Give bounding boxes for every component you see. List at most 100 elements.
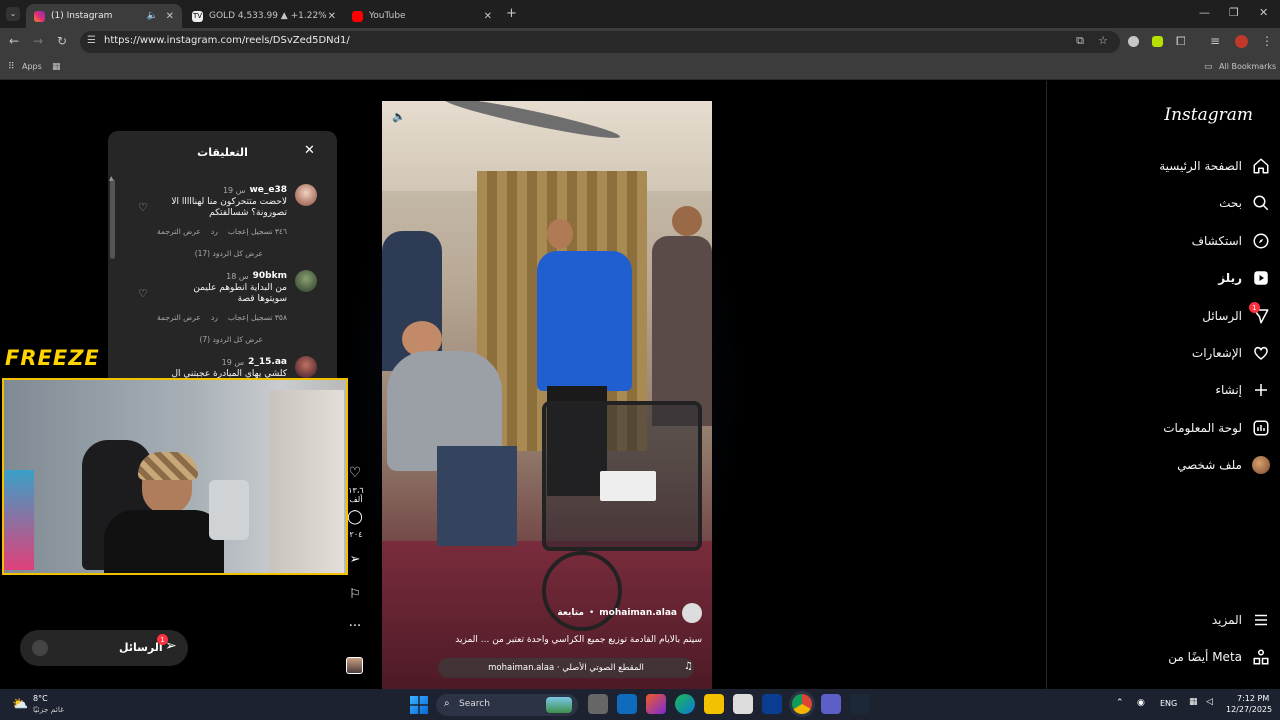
follow-button[interactable]: متابعة [557,608,584,618]
install-app-icon[interactable]: ⧉ [1076,34,1084,48]
like-heart-icon[interactable]: ♡ [346,465,364,481]
profile-avatar-icon[interactable] [1235,35,1248,48]
sidebar-item-more[interactable]: المزيد [1212,608,1270,632]
extension-icon[interactable] [1152,36,1163,47]
comments-scrollbar[interactable] [110,179,115,259]
bookmark-star-icon[interactable]: ☆ [1098,34,1108,47]
volume-icon[interactable]: ◁ [1206,697,1213,707]
tab-instagram[interactable]: (1) Instagram 🔈 ✕ [26,4,182,28]
restore-icon[interactable]: ❐ [1229,6,1239,19]
weather-desc[interactable]: غائم جزئيًا [33,705,64,714]
weather-temp[interactable]: 8°C [33,694,48,703]
comment-avatar[interactable] [295,270,317,292]
reel-video[interactable]: 🔈 متابعة • mohaiman.alaa سيتم بالأيام ال… [382,101,712,689]
microsoft-store-icon[interactable] [733,694,753,714]
discord-tray-icon[interactable]: ◉ [1137,698,1145,708]
file-explorer-icon[interactable] [704,694,724,714]
sidebar-item-dashboard[interactable]: لوحة المعلومات [1163,416,1270,440]
outlook-icon[interactable] [617,694,637,714]
tray-overflow-icon[interactable]: ⌃ [1116,698,1124,708]
comment-username[interactable]: 2_15.aa [248,357,287,367]
comment-like-heart-icon[interactable]: ♡ [138,287,148,300]
new-tab-icon[interactable]: + [506,6,517,21]
more-options-icon[interactable]: ··· [346,619,364,634]
comment-username[interactable]: 90bkm [253,271,287,281]
edge-icon[interactable] [675,694,695,714]
reply-button[interactable]: رد [211,313,218,322]
copilot-icon[interactable] [646,694,666,714]
defender-icon[interactable] [762,694,782,714]
reel-caption[interactable]: سيتم بالأيام القادمة توزيع جميع الكراسي … [392,635,702,645]
author-avatar[interactable] [682,603,702,623]
sidebar-item-home[interactable]: الصفحة الرئيسية [1159,154,1270,178]
sidebar-item-messages[interactable]: الرسائل 1 [1202,302,1270,328]
sidebar-item-meta[interactable]: أيضًا من Meta [1168,645,1270,669]
sidebar-item-explore[interactable]: استكشاف [1192,229,1270,253]
freeze-overlay-logo: FREEZE [5,346,100,370]
view-replies-button[interactable]: عرض كل الردود (7) [199,335,263,344]
mute-tab-icon[interactable]: 🔈 [147,11,158,21]
weather-icon[interactable]: ⛅ [12,697,28,712]
browser-tab-bar: ⌄ (1) Instagram 🔈 ✕ TV GOLD 4,533.99 ▲ +… [0,0,1280,28]
tab-search-button[interactable]: ⌄ [6,7,20,21]
sidebar-item-search[interactable]: بحث [1219,191,1270,215]
volume-icon[interactable]: 🔈 [392,110,406,123]
extension-icon[interactable] [1128,36,1139,47]
reload-icon[interactable]: ↻ [57,34,67,48]
media-controls-icon[interactable]: ≡ [1210,34,1220,48]
box-on-chair [600,471,656,501]
sidebar-item-create[interactable]: إنشاء [1215,378,1270,402]
see-translation-button[interactable]: عرض الترجمة [157,227,201,236]
clock-date[interactable]: 12/27/2025 [1226,705,1272,714]
comment-likes[interactable]: ٣٥٨ تسجيل إعجاب [228,313,287,322]
back-icon[interactable]: ← [9,34,19,48]
address-bar[interactable]: ☰ https://www.instagram.com/reels/DSvZed… [80,31,1120,53]
close-comments-icon[interactable]: ✕ [304,143,315,158]
close-window-icon[interactable]: ✕ [1259,6,1268,19]
extensions-puzzle-icon[interactable]: ⧠ [1176,34,1186,49]
messages-floating-button[interactable]: الرسائل ➢ 1 [20,630,188,666]
scroll-up-arrow-icon[interactable]: ▲ [109,175,114,182]
close-tab-icon[interactable]: ✕ [328,11,336,22]
view-replies-button[interactable]: عرض كل الردود (17) [195,249,263,258]
menu-kebab-icon[interactable]: ⋮ [1261,34,1273,48]
sidebar-item-label: إنشاء [1215,383,1242,397]
comment-username[interactable]: we_e38 [249,185,287,195]
windows-start-icon[interactable] [410,696,428,714]
instagram-logo[interactable]: Instagram [1164,105,1253,125]
comment-avatar[interactable] [295,184,317,206]
comment-like-heart-icon[interactable]: ♡ [138,201,148,214]
close-tab-icon[interactable]: ✕ [166,11,174,22]
task-view-icon[interactable] [588,694,608,714]
comment-icon[interactable]: ◯ [346,509,364,525]
share-send-icon[interactable]: ➢ [346,552,364,567]
teams-icon[interactable] [821,694,841,714]
network-icon[interactable]: ▦ [1189,697,1198,707]
reply-button[interactable]: رد [211,227,218,236]
webcam-bottles [4,470,34,570]
tab-groups-icon[interactable]: ▦ [52,62,61,72]
sidebar-item-profile[interactable]: ملف شخصي [1177,453,1270,477]
all-bookmarks-button[interactable]: All Bookmarks [1219,62,1276,71]
language-indicator[interactable]: ENG [1160,699,1177,708]
original-audio-chip[interactable]: mohaiman.alaa · المقطع الصوتي الأصلي [438,658,694,678]
steam-icon[interactable] [850,694,870,714]
clock-time[interactable]: 7:12 PM [1237,694,1269,703]
comment-avatar[interactable] [295,356,317,378]
apps-bookmark[interactable]: Apps [22,62,42,71]
site-info-icon[interactable]: ☰ [87,35,96,46]
tab-youtube[interactable]: YouTube ✕ [344,4,500,28]
minimize-icon[interactable]: — [1199,6,1210,19]
save-bookmark-icon[interactable]: ⚐ [346,587,364,602]
taskbar-search-box[interactable]: ⌕ Search [436,694,578,716]
audio-thumbnail[interactable] [346,657,363,674]
tab-gold[interactable]: TV GOLD 4,533.99 ▲ +1.22% Unna ✕ [184,4,344,28]
close-tab-icon[interactable]: ✕ [484,11,492,22]
comment-likes[interactable]: ٣٤٦ تسجيل إعجاب [228,227,287,236]
sidebar-item-notifications[interactable]: الإشعارات [1192,341,1270,365]
author-username[interactable]: mohaiman.alaa [599,608,677,618]
forward-icon[interactable]: → [33,34,43,48]
sidebar-item-reels[interactable]: ريلز [1218,266,1270,290]
chrome-icon[interactable] [792,694,812,714]
see-translation-button[interactable]: عرض الترجمة [157,313,201,322]
